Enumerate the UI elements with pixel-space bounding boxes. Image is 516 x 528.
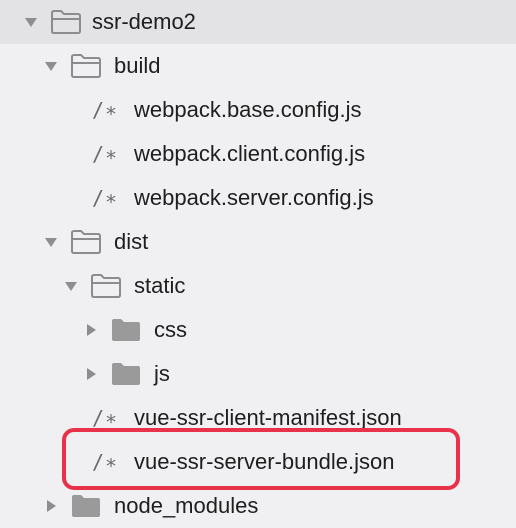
tree-label: static: [134, 273, 186, 298]
chevron-down-icon[interactable]: [64, 279, 78, 293]
tree-label: vue-ssr-server-bundle.json: [134, 449, 395, 474]
folder-closed-icon: [110, 317, 142, 343]
tree-label: webpack.base.config.js: [134, 97, 362, 122]
chevron-down-icon[interactable]: [24, 15, 38, 29]
js-file-icon: /∗: [92, 142, 119, 166]
tree-label: css: [154, 317, 187, 342]
file-tree: ssr-demo2 build /∗ webpack.base.config.j…: [0, 0, 516, 518]
folder-open-icon: [70, 229, 102, 255]
js-file-icon: /∗: [92, 186, 119, 210]
tree-label: dist: [114, 229, 149, 254]
folder-open-icon: [70, 53, 102, 79]
js-file-icon: /∗: [92, 98, 119, 122]
json-file-icon: /∗: [92, 406, 119, 430]
tree-label: vue-ssr-client-manifest.json: [134, 405, 402, 430]
tree-row-js[interactable]: js: [0, 352, 516, 396]
tree-row-static[interactable]: static: [0, 264, 516, 308]
tree-row-file[interactable]: /∗ vue-ssr-server-bundle.json: [0, 440, 516, 484]
tree-row-file[interactable]: /∗ webpack.client.config.js: [0, 132, 516, 176]
folder-closed-icon: [110, 361, 142, 387]
folder-open-icon: [90, 273, 122, 299]
tree-row-node-modules[interactable]: node_modules: [0, 484, 516, 528]
chevron-right-icon[interactable]: [44, 499, 58, 513]
chevron-right-icon[interactable]: [84, 367, 98, 381]
chevron-down-icon[interactable]: [44, 235, 58, 249]
chevron-right-icon[interactable]: [84, 323, 98, 337]
tree-row-ssr-demo2[interactable]: ssr-demo2: [0, 0, 516, 44]
tree-row-css[interactable]: css: [0, 308, 516, 352]
tree-row-file[interactable]: /∗ webpack.server.config.js: [0, 176, 516, 220]
tree-row-dist[interactable]: dist: [0, 220, 516, 264]
json-file-icon: /∗: [92, 450, 119, 474]
tree-label: build: [114, 53, 161, 78]
tree-label: ssr-demo2: [92, 9, 196, 34]
tree-row-file[interactable]: /∗ vue-ssr-client-manifest.json: [0, 396, 516, 440]
tree-label: webpack.client.config.js: [134, 141, 366, 166]
tree-label: js: [154, 361, 170, 386]
chevron-down-icon[interactable]: [44, 59, 58, 73]
folder-closed-icon: [70, 493, 102, 519]
tree-row-file[interactable]: /∗ webpack.base.config.js: [0, 88, 516, 132]
tree-label: webpack.server.config.js: [134, 185, 374, 210]
tree-row-build[interactable]: build: [0, 44, 516, 88]
tree-label: node_modules: [114, 493, 259, 518]
folder-open-icon: [50, 9, 82, 35]
